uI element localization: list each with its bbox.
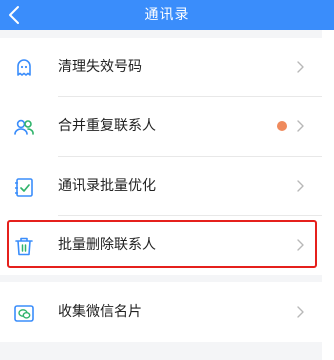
menu-item-label: 合并重复联系人 (58, 118, 156, 134)
menu-item-label: 批量删除联系人 (58, 237, 156, 253)
menu-item-clean-invalid-numbers[interactable]: 清理失效号码 (0, 38, 322, 96)
menu-item-label: 通讯录批量优化 (58, 178, 156, 194)
menu-item-merge-duplicates[interactable]: 合并重复联系人 (0, 97, 322, 155)
secondary-tools-list: 收集微信名片 (0, 282, 322, 342)
contacts-tools-page: 通讯录 清理失效号码 合并重复联系人 通讯录批量优化 批量删除联系人 收集微信名… (0, 0, 334, 360)
chevron-right-icon (297, 306, 304, 318)
checklist-icon (15, 178, 33, 197)
menu-item-label: 收集微信名片 (58, 304, 142, 320)
menu-item-batch-delete-contacts[interactable]: 批量删除联系人 (0, 216, 322, 274)
page-title: 通讯录 (144, 7, 190, 23)
chevron-right-icon (297, 61, 304, 73)
menu-item-label: 清理失效号码 (58, 59, 142, 75)
menu-item-batch-optimize[interactable]: 通讯录批量优化 (0, 157, 322, 215)
chevron-right-icon (297, 180, 304, 192)
contacts-merge-icon (14, 119, 34, 135)
wechat-card-icon (14, 305, 34, 322)
top-nav-bar: 通讯录 (0, 0, 334, 30)
notification-dot (277, 121, 287, 131)
menu-item-collect-wechat-cards[interactable]: 收集微信名片 (0, 283, 322, 341)
ghost-icon (17, 59, 31, 76)
right-edge-strip (322, 30, 334, 360)
trash-icon (15, 237, 33, 256)
chevron-right-icon (297, 120, 304, 132)
contacts-tools-list: 清理失效号码 合并重复联系人 通讯录批量优化 批量删除联系人 (0, 38, 322, 275)
chevron-right-icon (297, 239, 304, 251)
